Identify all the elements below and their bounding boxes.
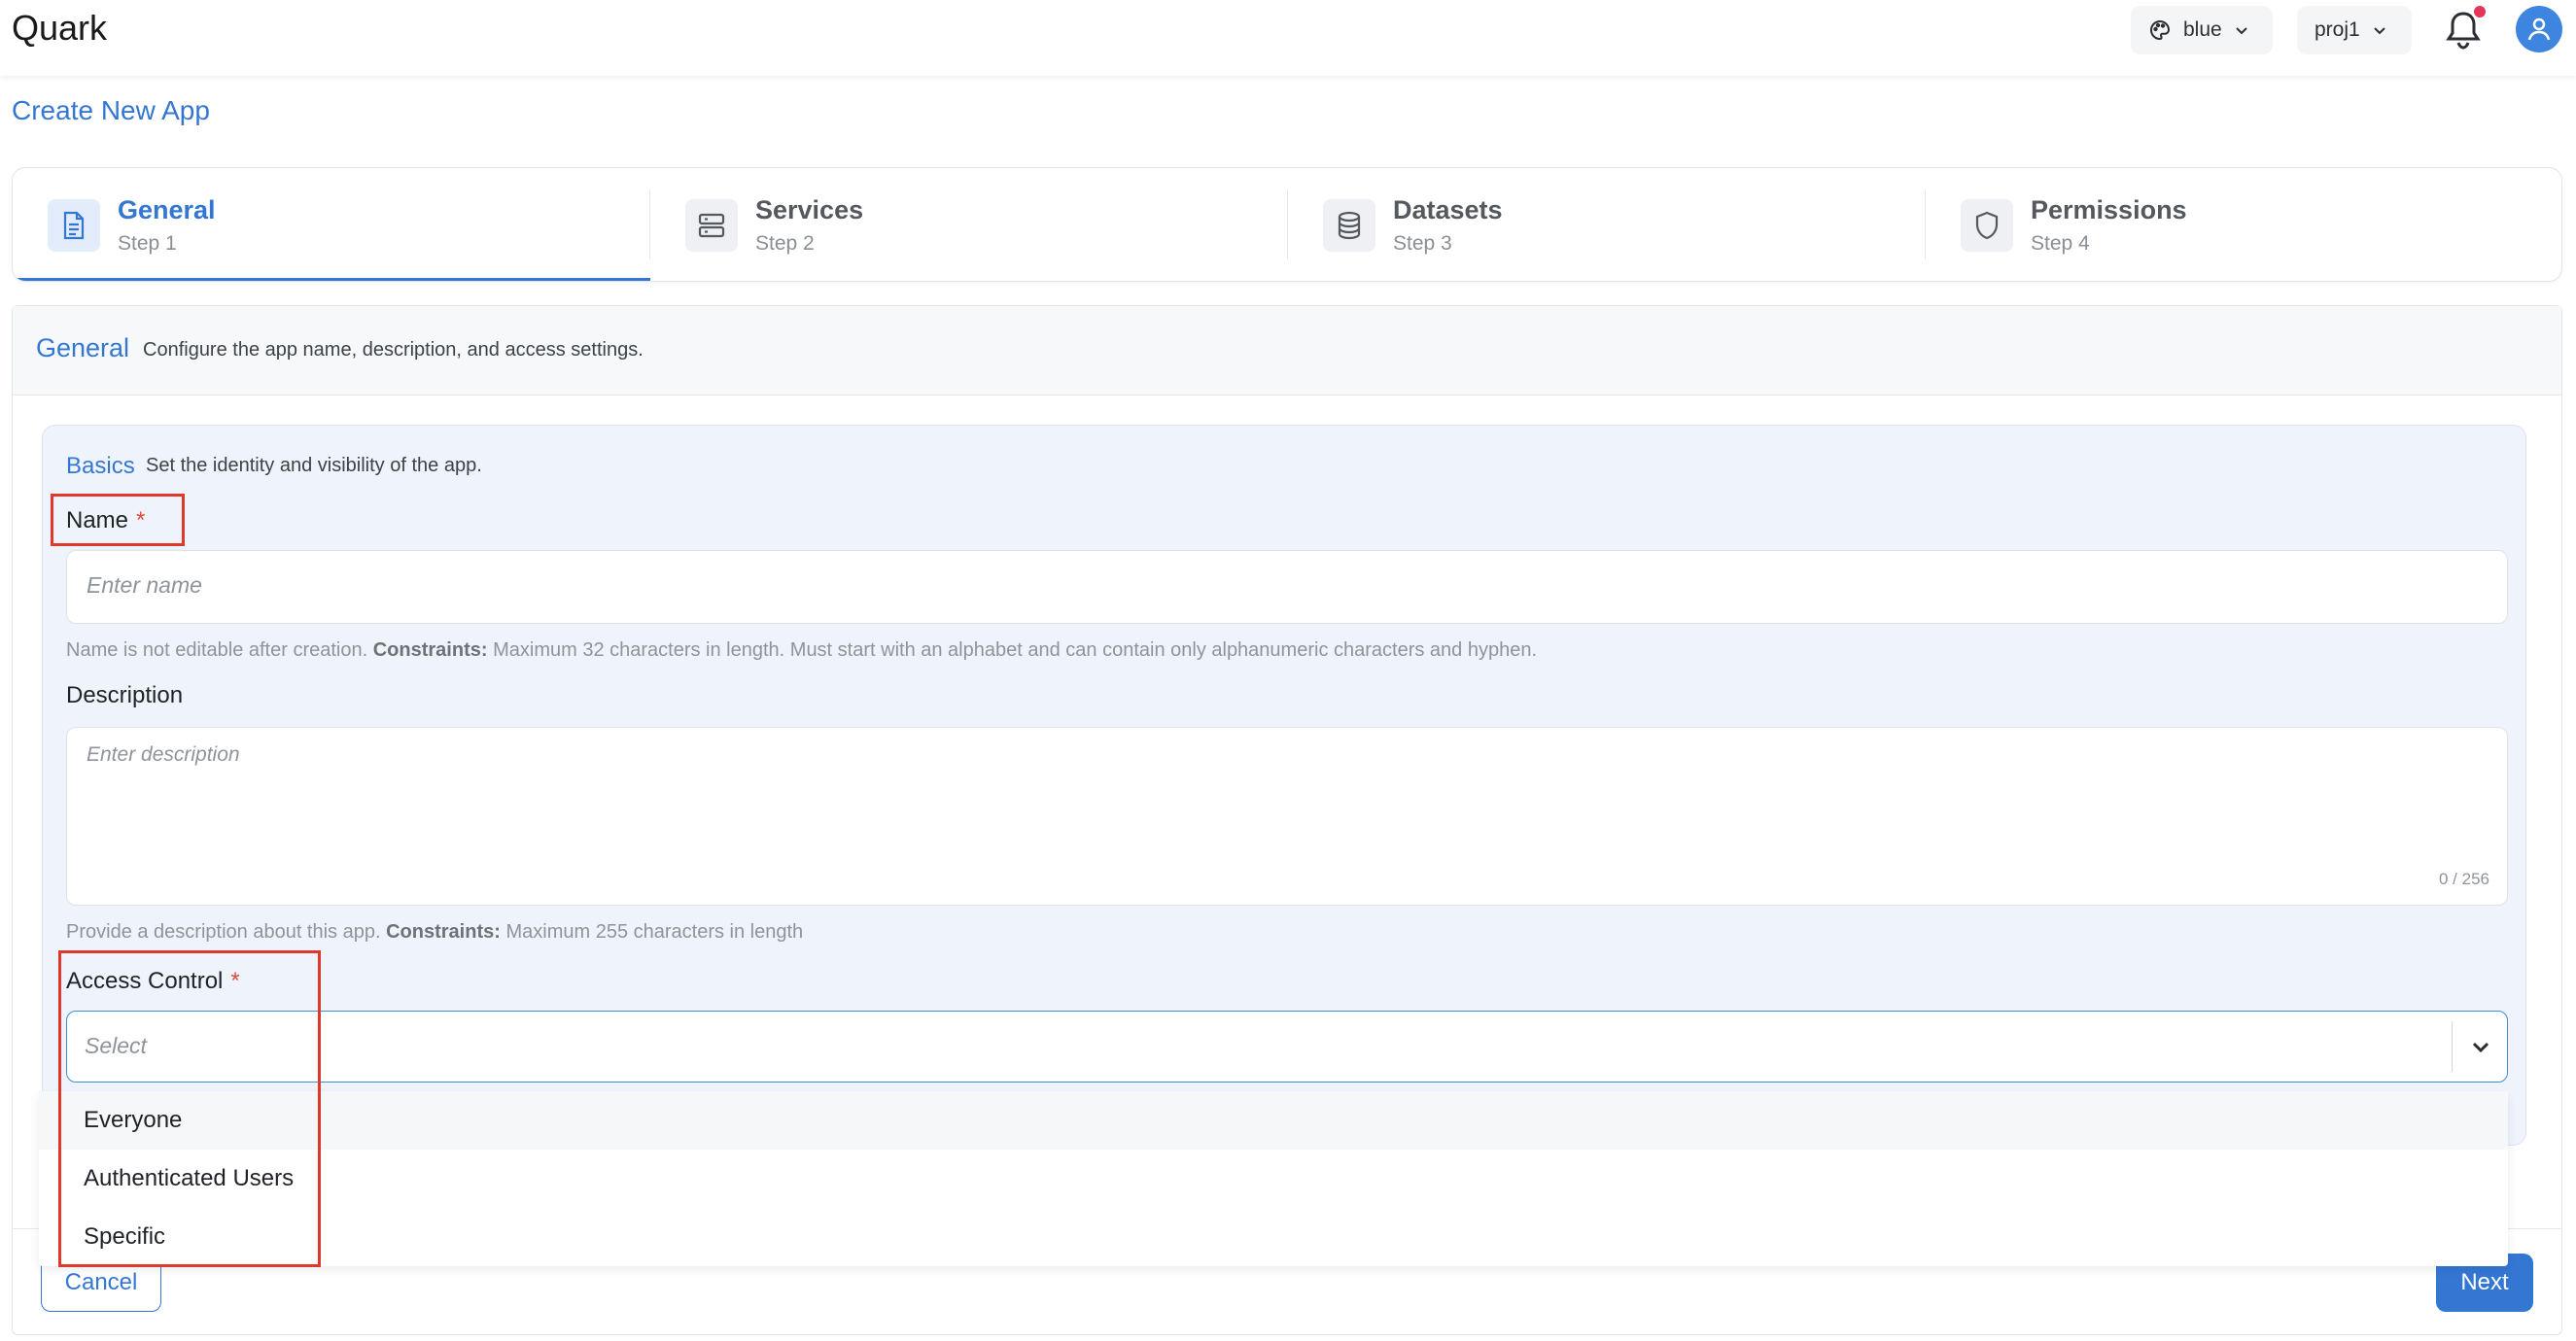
step-title: General xyxy=(118,195,216,224)
name-placeholder: Enter name xyxy=(87,572,202,598)
top-bar: Quark blue proj1 xyxy=(0,0,2576,76)
step-icon-box xyxy=(685,199,738,252)
project-label: proj1 xyxy=(2315,18,2360,41)
brand-logo: Quark xyxy=(12,8,108,48)
stepper: General Step 1 Services Step 2 Datasets … xyxy=(12,167,2562,282)
description-placeholder: Enter description xyxy=(87,743,240,766)
name-hint-prefix: Name is not editable after creation. xyxy=(66,639,368,661)
description-textarea[interactable]: Enter description 0 / 256 xyxy=(66,727,2508,906)
step-datasets[interactable]: Datasets Step 3 xyxy=(1288,168,1926,281)
step-title: Permissions xyxy=(2031,195,2187,224)
highlight-box-access-control xyxy=(58,950,321,1267)
step-title: Datasets xyxy=(1393,195,1503,224)
chevron-down-icon xyxy=(2373,27,2385,35)
step-icon-box xyxy=(1961,199,2013,252)
chevron-down-icon[interactable] xyxy=(2468,1035,2493,1058)
chevron-down-icon xyxy=(2235,27,2247,35)
general-card-header: General Configure the app name, descript… xyxy=(13,306,2561,395)
step-icon-box xyxy=(48,199,100,252)
step-subtitle: Step 2 xyxy=(755,232,815,255)
page-title: Create New App xyxy=(12,95,210,125)
description-hint: Provide a description about this app. Co… xyxy=(66,921,803,944)
avatar[interactable] xyxy=(2516,6,2562,52)
description-hint-prefix: Provide a description about this app. xyxy=(66,921,381,943)
access-control-dropdown: Everyone Authenticated Users Specific xyxy=(39,1091,2508,1266)
notification-dot xyxy=(2474,6,2486,17)
document-icon xyxy=(63,211,85,240)
step-services[interactable]: Services Step 2 xyxy=(650,168,1288,281)
shield-icon xyxy=(1975,211,1999,240)
project-selector[interactable]: proj1 xyxy=(2297,6,2412,54)
step-subtitle: Step 3 xyxy=(1393,232,1452,255)
user-icon xyxy=(2527,17,2551,41)
option-everyone[interactable]: Everyone xyxy=(39,1091,2508,1150)
character-counter: 0 / 256 xyxy=(2439,870,2489,888)
select-divider xyxy=(2452,1021,2453,1072)
name-input[interactable]: Enter name xyxy=(66,550,2508,624)
basics-description: Set the identity and visibility of the a… xyxy=(146,455,482,476)
step-subtitle: Step 4 xyxy=(2031,232,2090,255)
step-title: Services xyxy=(755,195,864,224)
database-icon xyxy=(1338,211,1361,240)
step-subtitle: Step 1 xyxy=(118,232,177,255)
active-step-indicator xyxy=(13,278,650,281)
name-hint-constraints: Maximum 32 characters in length. Must st… xyxy=(493,639,1538,661)
description-hint-constraints-label: Constraints: xyxy=(386,921,501,943)
palette-icon xyxy=(2150,19,2171,41)
access-control-select[interactable]: Select xyxy=(66,1011,2508,1083)
highlight-box-name xyxy=(51,494,185,546)
basics-section: Basics Set the identity and visibility o… xyxy=(42,425,2526,1146)
general-heading: General xyxy=(36,333,130,362)
step-icon-box xyxy=(1323,199,1375,252)
option-authenticated-users[interactable]: Authenticated Users xyxy=(39,1150,2508,1208)
step-general[interactable]: General Step 1 xyxy=(13,168,650,281)
name-hint: Name is not editable after creation. Con… xyxy=(66,639,1537,662)
description-hint-constraints: Maximum 255 characters in length xyxy=(505,921,804,943)
name-hint-constraints-label: Constraints: xyxy=(372,639,488,661)
theme-label: blue xyxy=(2183,18,2222,41)
basics-heading: Basics xyxy=(66,453,135,479)
step-permissions[interactable]: Permissions Step 4 xyxy=(1926,168,2561,281)
description-label: Description xyxy=(66,682,184,708)
theme-selector[interactable]: blue xyxy=(2131,6,2273,54)
general-description: Configure the app name, description, and… xyxy=(143,339,644,361)
server-icon xyxy=(698,213,725,238)
option-specific[interactable]: Specific xyxy=(39,1208,2508,1266)
